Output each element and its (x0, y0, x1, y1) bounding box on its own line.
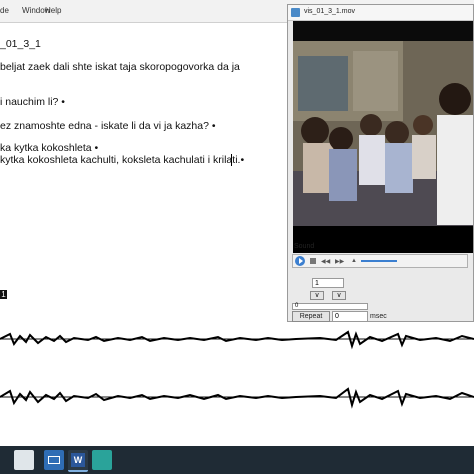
menu-item-help[interactable]: Help (45, 6, 61, 15)
segment-marker: 1 (0, 290, 7, 299)
transcript-line: beljat zaek dali shte iskat taja skoropo… (0, 61, 240, 73)
forward-icon[interactable]: ▶▶ (335, 258, 344, 265)
repeat-interval-field[interactable]: 0 (332, 311, 368, 322)
app-icon[interactable] (92, 450, 112, 470)
text-cursor (231, 154, 232, 166)
menu-item-edit[interactable]: de (0, 6, 9, 15)
play-icon (299, 258, 303, 264)
envelope-icon (48, 456, 60, 464)
stop-icon[interactable] (310, 258, 316, 264)
w-icon: W (71, 453, 85, 467)
transport-bar: ◀◀ ▶▶ ▲ (292, 254, 468, 268)
rewind-icon[interactable]: ◀◀ (321, 258, 330, 265)
waveform-top[interactable] (0, 322, 474, 356)
document-title: _01_3_1 (0, 38, 41, 50)
repeat-button[interactable]: Repeat (292, 311, 330, 322)
player-title-bar[interactable]: vis_01_3_1.mov (288, 5, 473, 21)
time-label: Sound (294, 243, 315, 250)
taskbar: W (0, 446, 474, 474)
player-title: vis_01_3_1.mov (304, 8, 355, 15)
transcript-line: kytka kokoshleta kachulti, koksleta kach… (0, 154, 245, 166)
app-icon (291, 8, 300, 17)
volume-slider[interactable] (361, 260, 397, 262)
volume-icon[interactable]: ▲ (351, 258, 357, 264)
video-still-image (293, 21, 473, 253)
step-forward-button[interactable]: ∨ (332, 291, 346, 300)
transcript-document[interactable]: _01_3_1 beljat zaek dali shte iskat taja… (0, 22, 288, 322)
transcript-line: i nauchim li? • (0, 96, 65, 108)
waveform-bottom[interactable] (0, 380, 474, 414)
video-frame[interactable] (293, 21, 473, 253)
unit-label: msec (370, 313, 387, 320)
transcript-line: ez znamoshte edna - iskate li da vi ja k… (0, 120, 216, 132)
mail-icon[interactable] (44, 450, 64, 470)
transcript-line: ka kytka kokoshleta • (0, 142, 99, 154)
range-field[interactable]: 0 (292, 303, 368, 310)
play-button[interactable] (295, 256, 305, 266)
word-icon[interactable]: W (68, 450, 88, 472)
step-back-button[interactable]: ∨ (310, 291, 324, 300)
app-icon[interactable] (14, 450, 34, 470)
media-player-window[interactable]: vis_01_3_1.mov Sound ◀◀ ▶▶ ▲ 1 ∨ ∨ 0 Rep… (287, 4, 474, 322)
segment-field[interactable]: 1 (312, 278, 344, 288)
